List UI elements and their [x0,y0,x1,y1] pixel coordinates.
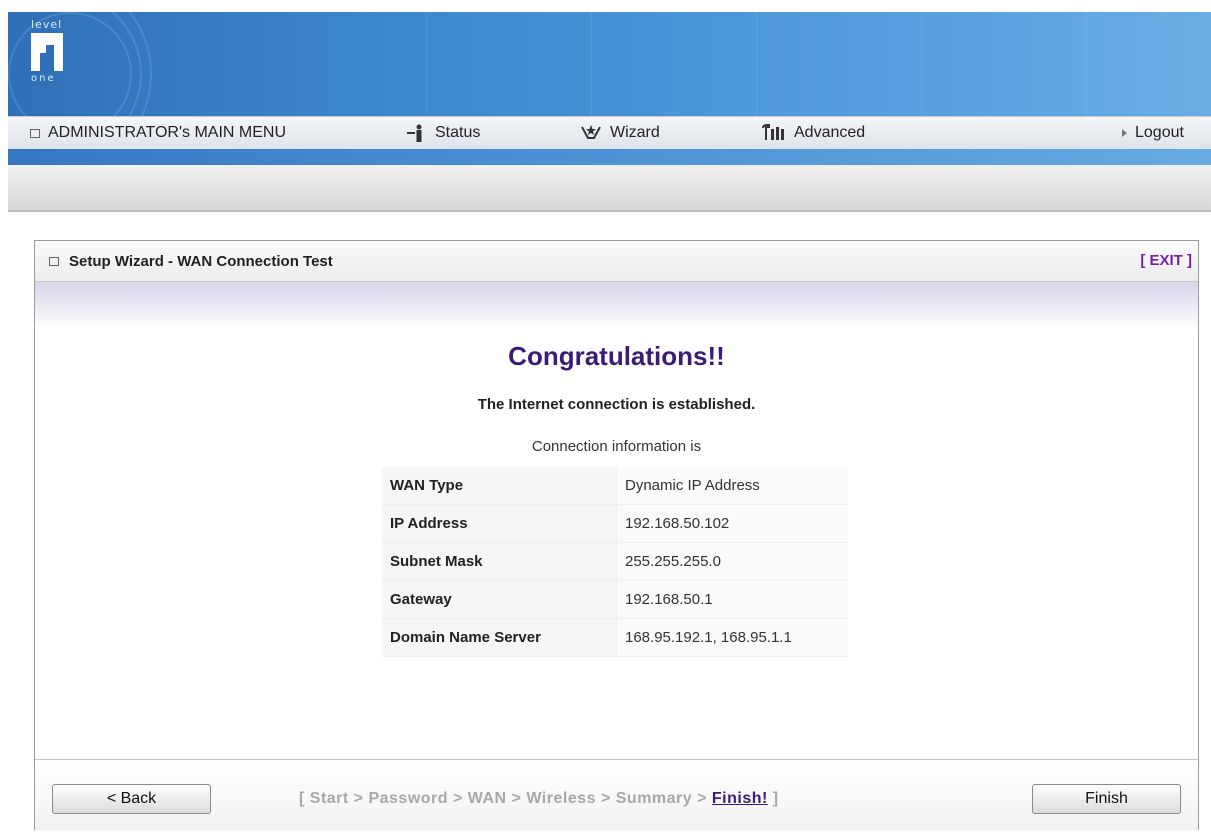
connection-established-text: The Internet connection is established. [477,396,756,413]
panel-title-text: Setup Wizard - WAN Connection Test [69,252,333,270]
row-label: Domain Name Server [382,618,617,657]
header-banner: level one ADMINISTRATOR's MAIN MENU Stat… [8,12,1211,212]
panel-footer: < Back [ Start > Password > WAN > Wirele… [35,759,1198,830]
menu-logout-label: Logout [1135,124,1184,141]
table-row: Gateway 192.168.50.1 [382,580,848,619]
back-button[interactable]: < Back [52,784,211,814]
menu-status[interactable]: Status [405,117,480,149]
advanced-icon [760,124,786,142]
row-value: Dynamic IP Address [616,467,848,505]
menu-status-label: Status [435,124,481,141]
congrats-heading: Congratulations!! [508,341,725,371]
connection-info-table: WAN Type Dynamic IP Address IP Address 1… [382,467,848,657]
row-value: 168.95.192.1, 168.95.1.1 [616,618,848,657]
row-label: Subnet Mask [382,542,617,581]
menu-advanced[interactable]: Advanced [760,117,865,149]
menu-main-label: ADMINISTRATOR's MAIN MENU [48,124,287,141]
logo-top-text: level [31,18,63,31]
header-band [8,149,1211,165]
menu-wizard[interactable]: Wizard [580,117,660,149]
row-label: Gateway [382,580,617,619]
arrow-right-icon [1122,129,1127,137]
square-icon [49,256,59,266]
connection-info-label: Connection information is [531,438,702,455]
menu-logout[interactable]: Logout [1122,117,1184,149]
steps-prefix: [ Start > Password > WAN > Wireless > Su… [299,790,712,807]
wizard-steps: [ Start > Password > WAN > Wireless > Su… [299,790,779,808]
table-row: Domain Name Server 168.95.192.1, 168.95.… [382,618,848,657]
header-graphic: level one [8,12,1211,116]
wizard-panel: Setup Wizard - WAN Connection Test [ EXI… [34,240,1199,830]
status-person-icon [405,124,427,142]
subheader-band [8,165,1211,212]
panel-title: Setup Wizard - WAN Connection Test [49,253,333,270]
wizard-icon [580,124,602,142]
menu-main[interactable]: ADMINISTRATOR's MAIN MENU [30,117,286,149]
steps-suffix: ] [767,790,779,807]
step-finish-link[interactable]: Finish! [712,790,768,807]
menu-wizard-label: Wizard [610,124,660,141]
row-value: 255.255.255.0 [616,542,848,581]
row-label: WAN Type [382,467,617,505]
exit-link[interactable]: [ EXIT ] [1140,252,1192,269]
main-menu-bar: ADMINISTRATOR's MAIN MENU Status Wizard [8,116,1211,150]
table-row: WAN Type Dynamic IP Address [382,467,848,505]
brand-logo: level one [31,18,71,98]
logo-bottom-text: one [31,73,56,84]
square-icon [30,128,40,138]
row-value: 192.168.50.1 [616,580,848,619]
panel-subheader [35,282,1198,330]
panel-header: Setup Wizard - WAN Connection Test [ EXI… [35,241,1198,282]
table-row: IP Address 192.168.50.102 [382,504,848,543]
finish-button[interactable]: Finish [1032,784,1181,814]
row-label: IP Address [382,504,617,543]
table-row: Subnet Mask 255.255.255.0 [382,542,848,581]
row-value: 192.168.50.102 [616,504,848,543]
menu-advanced-label: Advanced [794,124,866,141]
